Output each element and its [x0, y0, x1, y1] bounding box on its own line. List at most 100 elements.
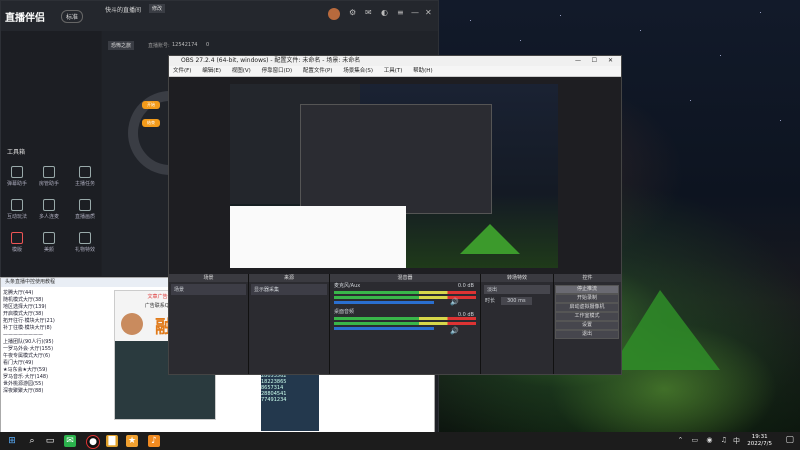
windows-start-icon[interactable]: ⊞ [6, 435, 18, 447]
menu-scene-collection[interactable]: 场景集合(S) [343, 68, 373, 74]
obs-close-icon[interactable]: ✕ [608, 56, 613, 66]
menu-profile[interactable]: 配置文件(P) [303, 68, 333, 74]
list-item[interactable]: 上播团队(90人行)(95) [3, 339, 109, 346]
room-title: 快斗的直播间 [105, 7, 142, 14]
danmu-icon [11, 166, 23, 178]
list-item[interactable]: 午夜专属模式大厅(6) [3, 353, 109, 360]
mixer-volume-slider-2[interactable] [334, 327, 434, 330]
room-list: 龙腾大厅(44) 随机模式大厅(38) 地区选择大厅(139) 开启模式大厅(3… [3, 290, 109, 430]
mixer-volume-slider-1[interactable] [334, 301, 434, 304]
virtual-camera-button[interactable]: 启动虚拟摄像机 [555, 303, 619, 312]
dock-scenes: 场景 场景 [169, 274, 249, 374]
number-panel: 28053562 18223865 8657314 28804541 77491… [261, 373, 319, 431]
start-live-button[interactable]: 开始 [142, 101, 160, 109]
stop-live-button[interactable]: 结束 [142, 119, 160, 127]
version-badge[interactable]: 标准 [61, 10, 84, 23]
tray-icons[interactable]: ⌃ ▭ ◉ ♫ [677, 436, 730, 444]
tool-danmu[interactable]: 弹幕助手 [5, 166, 29, 187]
mixer-channel-2-db: 0.0 dB [457, 312, 474, 318]
menu-view[interactable]: 视图(V) [232, 68, 251, 74]
manager-icon [43, 166, 55, 178]
tool-interact[interactable]: 互动玩法 [5, 199, 29, 220]
obs-docks: 场景 场景 来源 显示器采集 混音器 麦克风/Aux 0.0 dB 桌面音频 0… [169, 274, 621, 374]
speaker-icon[interactable]: 🔊 [450, 327, 459, 335]
wechat-icon[interactable]: ✉ [64, 435, 76, 447]
list-item[interactable]: 龙腾大厅(44) [3, 290, 109, 297]
mixer-channel-1-db: 0.0 dB [457, 283, 474, 289]
menu-file[interactable]: 文件(F) [173, 68, 191, 74]
list-item[interactable]: 看门大厅(49) [3, 360, 109, 367]
template-icon [11, 232, 23, 244]
beauty-icon [43, 232, 55, 244]
room-tag: 恐怖之旅 [108, 41, 135, 50]
dock-mixer-title: 混音器 [330, 274, 480, 282]
list-item[interactable]: ★马东会★大厅(59) [3, 367, 109, 374]
list-item[interactable]: 开启模式大厅(38) [3, 311, 109, 318]
obs-preview[interactable] [230, 84, 558, 268]
obs-menu-bar: 文件(F) 编辑(E) 视图(V) 停靠窗口(D) 配置文件(P) 场景集合(S… [169, 66, 621, 77]
list-item[interactable]: 罗马音乐·大厅(148) [3, 374, 109, 381]
settings-icon[interactable]: ⚙ [349, 8, 356, 17]
file-explorer-icon[interactable]: ▇ [106, 435, 118, 447]
avatar[interactable] [328, 8, 340, 20]
list-item[interactable]: ———————— [3, 332, 109, 339]
task-view-icon[interactable]: ▭ [44, 435, 56, 447]
number-item: 77491234 [261, 397, 287, 403]
tool-template[interactable]: 模版 [5, 232, 29, 253]
transition-select[interactable]: 淡出 [484, 285, 550, 294]
notification-icon[interactable]: ▢ [785, 435, 794, 445]
obs-taskbar-icon[interactable]: ● [86, 435, 100, 449]
duration-input[interactable]: 300 ms [500, 297, 532, 305]
list-item[interactable]: 补丁往模·模块大厅(8) [3, 325, 109, 332]
tool-lianmai[interactable]: 多人连麦 [37, 199, 61, 220]
source-item[interactable]: 显示器采集 [251, 284, 327, 295]
obs-minimize-icon[interactable]: — [575, 56, 581, 66]
minimize-icon[interactable]: — [411, 8, 419, 17]
start-recording-button[interactable]: 开始录制 [555, 294, 619, 303]
list-item[interactable]: 地区选择大厅(139) [3, 304, 109, 311]
left-panel: 工具箱 弹幕助手 房管助手 主播任务 互动玩法 多人连麦 直播画质 模版 美颜 … [1, 31, 101, 276]
live-companion-taskbar-icon[interactable]: ★ [126, 435, 138, 447]
interact-icon [11, 199, 23, 211]
menu-icon[interactable]: ≡ [397, 8, 404, 17]
helper-taskbar-icon[interactable]: ♪ [148, 435, 160, 447]
list-item[interactable]: 一罗马外会·大厅(155) [3, 346, 109, 353]
menu-help[interactable]: 帮助(H) [413, 68, 432, 74]
clock[interactable]: 19:31 2022/7/5 [747, 434, 772, 448]
speaker-icon[interactable]: 🔊 [450, 298, 459, 306]
dock-sources-title: 来源 [249, 274, 329, 282]
message-icon[interactable]: ✉ [365, 8, 372, 17]
ime-indicator[interactable]: 中 [733, 436, 740, 446]
clock-time: 19:31 [751, 434, 768, 440]
dock-mixer: 混音器 麦克风/Aux 0.0 dB 桌面音频 0.0 dB 🔊 🔊 [330, 274, 481, 374]
list-item[interactable]: 拓开往行·模块大厅(21) [3, 318, 109, 325]
scene-item[interactable]: 场景 [171, 284, 246, 295]
gift-icon [79, 232, 91, 244]
tool-fangguan[interactable]: 房管助手 [37, 166, 61, 187]
tool-quality[interactable]: 直播画质 [73, 199, 97, 220]
search-icon[interactable]: ⌕ [26, 435, 38, 447]
room-id-label: 直播账号: [148, 43, 170, 49]
stop-stream-button[interactable]: 停止推流 [555, 285, 619, 294]
tool-task[interactable]: 主播任务 [73, 166, 97, 187]
menu-edit[interactable]: 编辑(E) [202, 68, 221, 74]
menu-tools[interactable]: 工具(T) [384, 68, 403, 74]
list-item[interactable]: 随机模式大厅(38) [3, 297, 109, 304]
skin-icon[interactable]: ◐ [381, 8, 388, 17]
room-edit-button[interactable]: 修改 [149, 4, 166, 13]
mixer-meter-2b [334, 322, 476, 325]
list-item[interactable]: 世外桃源游园(55) [3, 381, 109, 388]
tool-gift[interactable]: 礼物特效 [73, 232, 97, 253]
exit-button[interactable]: 退出 [555, 330, 619, 339]
settings-button[interactable]: 设置 [555, 321, 619, 330]
menu-docks[interactable]: 停靠窗口(D) [262, 68, 293, 74]
obs-window: OBS 27.2.4 (64-bit, windows) - 配置文件: 未命名… [168, 55, 622, 375]
duration-label: 时长 [485, 298, 496, 304]
room-id: 12542174 [172, 42, 198, 48]
studio-mode-button[interactable]: 工作室模式 [555, 312, 619, 321]
list-item[interactable]: 深夜聚聚大厅(88) [3, 388, 109, 395]
obs-maximize-icon[interactable]: ☐ [592, 56, 597, 66]
tool-beauty[interactable]: 美颜 [37, 232, 61, 253]
ad-avatar [121, 313, 143, 335]
close-icon[interactable]: ✕ [425, 8, 432, 17]
